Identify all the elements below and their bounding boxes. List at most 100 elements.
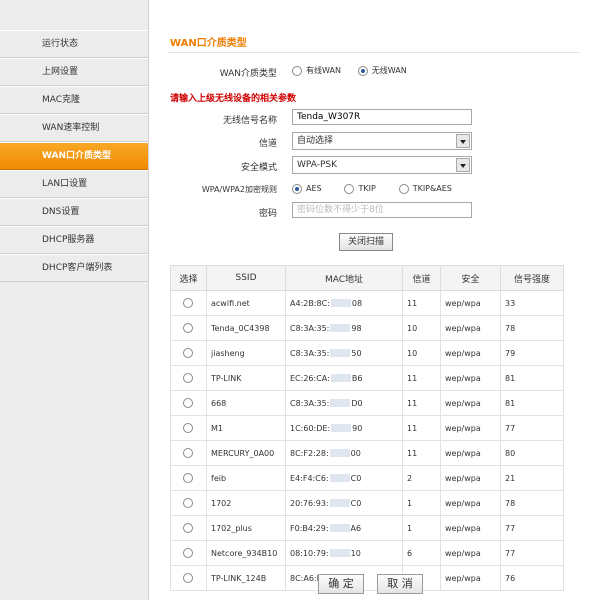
row-select-cell [170,440,207,466]
media-option-wired[interactable]: 有线WAN [292,62,341,80]
radio-wireless-wan[interactable] [357,65,368,76]
close-scan-button[interactable]: 关闭扫描 [339,233,393,251]
row-select-radio[interactable] [183,398,193,408]
mac-suffix: 90 [352,423,363,433]
channel-cell: 11 [402,290,441,316]
cancel-button[interactable]: 取 消 [377,574,423,594]
col-header-security: 安全 [440,265,501,291]
ssid-cell: 1702_plus [206,515,286,541]
ok-button[interactable]: 确 定 [318,574,364,594]
channel-select[interactable]: 自动选择 [292,132,472,150]
mac-cell: E4:F4:C6: C0 [285,465,403,491]
mac-redaction [331,424,352,432]
signal-cell: 81 [500,365,564,391]
table-row[interactable]: acwifi.net A4:2B:8C: 08 11 wep/wpa 33 [170,290,564,316]
table-row[interactable]: jiasheng C8:3A:35: 50 10 wep/wpa 79 [170,340,564,366]
mac-suffix: B6 [351,373,363,383]
mac-prefix: C8:3A:35: [290,398,330,408]
encryption-label: WPA/WPA2加密规则 [201,185,277,194]
signal-cell: 79 [500,340,564,366]
row-select-cell [170,390,207,416]
mac-cell: EC:26:CA: B6 [285,365,403,391]
row-select-radio[interactable] [183,423,193,433]
radio-tkip-aes[interactable] [398,183,409,194]
table-row[interactable]: 668 C8:3A:35: D0 11 wep/wpa 81 [170,390,564,416]
mac-redaction [330,399,351,407]
radio-wired-wan[interactable] [292,65,302,76]
security-cell: wep/wpa [440,565,501,591]
row-select-cell [170,490,207,516]
row-select-radio[interactable] [183,473,193,483]
mac-cell: A4:2B:8C: 08 [285,290,403,316]
table-row[interactable]: TP-LINK EC:26:CA: B6 11 wep/wpa 81 [170,365,564,391]
ssid-cell: TP-LINK [206,365,286,391]
sidebar-item-2[interactable]: MAC克隆 [0,86,148,114]
row-select-cell [170,290,207,316]
security-cell: wep/wpa [440,365,501,391]
signal-cell: 77 [500,415,564,441]
table-row[interactable]: 1702 20:76:93: C0 1 wep/wpa 78 [170,490,564,516]
security-cell: wep/wpa [440,390,501,416]
radio-aes[interactable] [292,183,302,194]
media-option-wireless[interactable]: 无线WAN [357,62,407,80]
row-select-radio[interactable] [183,523,193,533]
mac-suffix: 98 [351,323,362,333]
mac-prefix: F0:B4:29: [290,523,329,533]
sidebar-item-7[interactable]: DHCP服务器 [0,226,148,254]
mac-prefix: 8C:F2:28: [290,448,329,458]
row-select-radio[interactable] [183,348,193,358]
sidebar-item-5[interactable]: LAN口设置 [0,170,148,198]
ssid-cell: jiasheng [206,340,286,366]
password-row: 密码 [152,202,591,222]
ssid-input[interactable] [292,109,472,125]
mac-cell: 1C:60:DE: 90 [285,415,403,441]
ssid-row: 无线信号名称 [152,109,591,129]
sidebar-item-1[interactable]: 上网设置 [0,58,148,86]
table-row[interactable]: M1 1C:60:DE: 90 11 wep/wpa 77 [170,415,564,441]
table-row[interactable]: MERCURY_0A00 8C:F2:28: 00 11 wep/wpa 80 [170,440,564,466]
security-select[interactable]: WPA-PSK [292,156,472,174]
encryption-option-tkip[interactable]: TKIP [344,180,376,198]
row-select-radio[interactable] [183,373,193,383]
security-cell: wep/wpa [440,490,501,516]
row-select-radio[interactable] [183,323,193,333]
row-select-radio[interactable] [183,548,193,558]
radio-tkip[interactable] [344,183,355,194]
mac-suffix: C0 [350,498,362,508]
ssid-cell: TP-LINK_124B [206,565,286,591]
encryption-option-aes[interactable]: AES [292,180,322,198]
table-row[interactable]: Tenda_0C4398 C8:3A:35: 98 10 wep/wpa 78 [170,315,564,341]
sidebar-item-4[interactable]: WAN口介质类型 [0,142,148,170]
row-select-radio[interactable] [183,573,193,583]
chevron-down-icon[interactable] [456,134,470,148]
sidebar-item-8[interactable]: DHCP客户端列表 [0,254,148,282]
mac-suffix: 00 [350,448,361,458]
ssid-cell: Tenda_0C4398 [206,315,286,341]
table-row[interactable]: Netcore_934B10 08:10:79: 10 6 wep/wpa 77 [170,540,564,566]
table-row[interactable]: 1702_plus F0:B4:29: A6 1 wep/wpa 77 [170,515,564,541]
channel-select-value: 自动选择 [297,136,334,146]
signal-cell: 78 [500,490,564,516]
row-select-radio[interactable] [183,448,193,458]
security-cell: wep/wpa [440,540,501,566]
row-select-radio[interactable] [183,498,193,508]
sidebar-item-6[interactable]: DNS设置 [0,198,148,226]
col-header-signal: 信号强度 [500,265,564,291]
mac-suffix: 10 [350,548,361,558]
table-row[interactable]: feib E4:F4:C6: C0 2 wep/wpa 21 [170,465,564,491]
password-input[interactable] [292,202,472,218]
encryption-option-tkip-aes[interactable]: TKIP&AES [398,180,452,198]
mac-suffix: 08 [351,298,363,308]
channel-cell: 11 [402,365,441,391]
sidebar-item-3[interactable]: WAN速率控制 [0,114,148,142]
col-header-mac: MAC地址 [285,265,403,291]
mac-cell: 08:10:79: 10 [285,540,403,566]
table-row[interactable]: TP-LINK_124B8C:A6:DF:4B6wep/wpa76 [170,565,564,591]
mac-redaction [329,524,350,532]
row-select-cell [170,415,207,441]
row-select-radio[interactable] [183,298,193,308]
sidebar-item-0[interactable]: 运行状态 [0,30,148,58]
mac-cell: C8:3A:35: 50 [285,340,403,366]
signal-cell: 81 [500,390,564,416]
chevron-down-icon[interactable] [456,158,470,172]
